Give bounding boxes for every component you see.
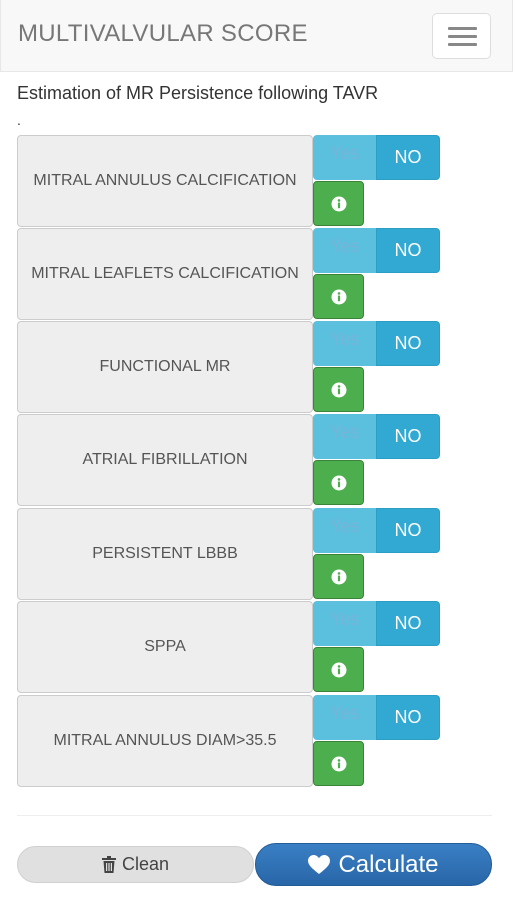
no-button[interactable]: NO	[376, 321, 440, 366]
clean-button[interactable]: Clean	[17, 846, 254, 883]
criterion-row: MITRAL ANNULUS CALCIFICATION Yes NO	[17, 135, 440, 227]
yes-no-toggle: Yes NO	[313, 695, 440, 740]
no-button[interactable]: NO	[376, 601, 440, 646]
heart-icon	[308, 854, 331, 874]
yes-no-toggle: Yes NO	[313, 508, 440, 553]
info-button[interactable]	[313, 367, 364, 412]
info-button[interactable]	[313, 647, 364, 692]
info-icon	[331, 196, 346, 211]
clean-label: Clean	[121, 854, 170, 874]
yes-button[interactable]: Yes	[313, 228, 376, 273]
yes-no-toggle: Yes NO	[313, 135, 440, 180]
yes-button[interactable]: Yes	[313, 601, 376, 646]
no-button[interactable]: NO	[376, 695, 440, 740]
no-button[interactable]: NO	[376, 508, 440, 553]
criterion-label: MITRAL ANNULUS DIAM>35.5	[17, 695, 313, 787]
no-button[interactable]: NO	[376, 414, 440, 459]
info-button[interactable]	[313, 460, 364, 505]
no-button[interactable]: NO	[376, 135, 440, 180]
menu-toggle-button[interactable]	[432, 13, 491, 59]
criterion-row: SPPA Yes NO	[17, 601, 440, 693]
criterion-label: ATRIAL FIBRILLATION	[17, 414, 313, 506]
calculate-button[interactable]: Calculate	[255, 843, 492, 886]
criterion-row: MITRAL LEAFLETS CALCIFICATION Yes NO	[17, 228, 440, 320]
yes-no-toggle: Yes NO	[313, 228, 440, 273]
no-button[interactable]: NO	[376, 228, 440, 273]
criterion-label: MITRAL ANNULUS CALCIFICATION	[17, 135, 313, 227]
calculate-label: Calculate	[338, 850, 439, 878]
criterion-row: PERSISTENT LBBB Yes NO	[17, 508, 440, 600]
yes-no-toggle: Yes NO	[313, 321, 440, 366]
criterion-row: ATRIAL FIBRILLATION Yes NO	[17, 414, 440, 506]
criterion-label: PERSISTENT LBBB	[17, 508, 313, 600]
info-button[interactable]	[313, 181, 364, 226]
yes-no-toggle: Yes NO	[313, 601, 440, 646]
criterion-row: MITRAL ANNULUS DIAM>35.5 Yes NO	[17, 695, 440, 787]
info-icon	[331, 475, 346, 490]
info-icon	[331, 569, 346, 584]
info-icon	[331, 756, 346, 771]
navbar: MULTIVALVULAR SCORE	[0, 0, 513, 72]
yes-button[interactable]: Yes	[313, 135, 376, 180]
yes-button[interactable]: Yes	[313, 695, 376, 740]
yes-no-toggle: Yes NO	[313, 414, 440, 459]
info-icon	[331, 289, 346, 304]
info-icon	[331, 382, 346, 397]
separator-dot: .	[17, 112, 21, 128]
criterion-label: SPPA	[17, 601, 313, 693]
info-button[interactable]	[313, 274, 364, 319]
yes-button[interactable]: Yes	[313, 321, 376, 366]
page-subtitle: Estimation of MR Persistence following T…	[17, 83, 379, 103]
yes-button[interactable]: Yes	[313, 414, 376, 459]
info-icon	[331, 662, 346, 677]
criterion-label: MITRAL LEAFLETS CALCIFICATION	[17, 228, 313, 320]
criterion-row: FUNCTIONAL MR Yes NO	[17, 321, 440, 413]
info-button[interactable]	[313, 554, 364, 599]
app-title[interactable]: MULTIVALVULAR SCORE	[18, 20, 308, 48]
yes-button[interactable]: Yes	[313, 508, 376, 553]
footer-divider	[17, 815, 492, 816]
criterion-label: FUNCTIONAL MR	[17, 321, 313, 413]
trash-icon	[101, 856, 116, 873]
info-button[interactable]	[313, 741, 364, 786]
